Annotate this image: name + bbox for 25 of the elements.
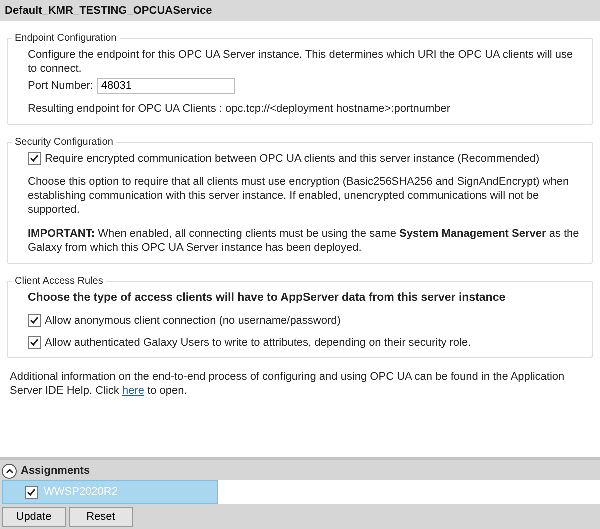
help-text: Additional information on the end-to-end process of configuring and using OPC UA can be found in the Application Server IDE Help. Click here to open. [9, 370, 566, 398]
collapse-button[interactable] [2, 464, 17, 478]
checkbox[interactable] [28, 314, 41, 327]
checkbox[interactable] [25, 486, 38, 498]
section-title: Assignments [21, 465, 90, 477]
important-note: IMPORTANT: When enabled, all connecting clients must be using the same System Management Server as the Galaxy from which this OPC UA Server instance has been deployed. [28, 227, 580, 255]
description-text: Configure the endpoint for this OPC UA Server instance. This determines which URI the OPC UA clients will use to connect. [28, 48, 574, 76]
field-label: Port Number: [28, 80, 94, 92]
action-button[interactable]: Update [2, 507, 66, 527]
chevron-icon [6, 468, 14, 474]
port-input[interactable]: 48031 [97, 78, 236, 94]
group-title: Endpoint Configuration [14, 33, 118, 44]
checkbox-label[interactable]: Require encrypted communication between OPC UA clients and this server instance (Recommended) [45, 152, 540, 164]
window-title: Default_KMR_TESTING_OPCUAService [0, 0, 600, 21]
checkbox-label[interactable]: Allow anonymous client connection (no username/password) [45, 314, 341, 326]
endpoint-text: Resulting endpoint for OPC UA Clients : opc.tcp://<deployment hostname>:portnumber [28, 102, 452, 116]
group-title: Client Access Rules [14, 276, 104, 287]
help-link[interactable]: here [122, 385, 145, 397]
checkbox[interactable] [28, 336, 41, 349]
action-button[interactable]: Reset [69, 507, 133, 527]
checkbox[interactable] [28, 152, 41, 165]
section-heading: Choose the type of access clients will have to AppServer data from this server instance [28, 291, 507, 305]
description-text: Choose this option to require that all clients must use encryption (Basic256SHA256 and SignAndEncrypt) when establishing communication with this server instance. If enabled, unencrypted communications will not be supported. [28, 175, 570, 217]
group-title: Security Configuration [14, 137, 114, 148]
checkbox-label[interactable]: Allow authenticated Galaxy Users to write to attributes, depending on their security role. [45, 336, 472, 348]
